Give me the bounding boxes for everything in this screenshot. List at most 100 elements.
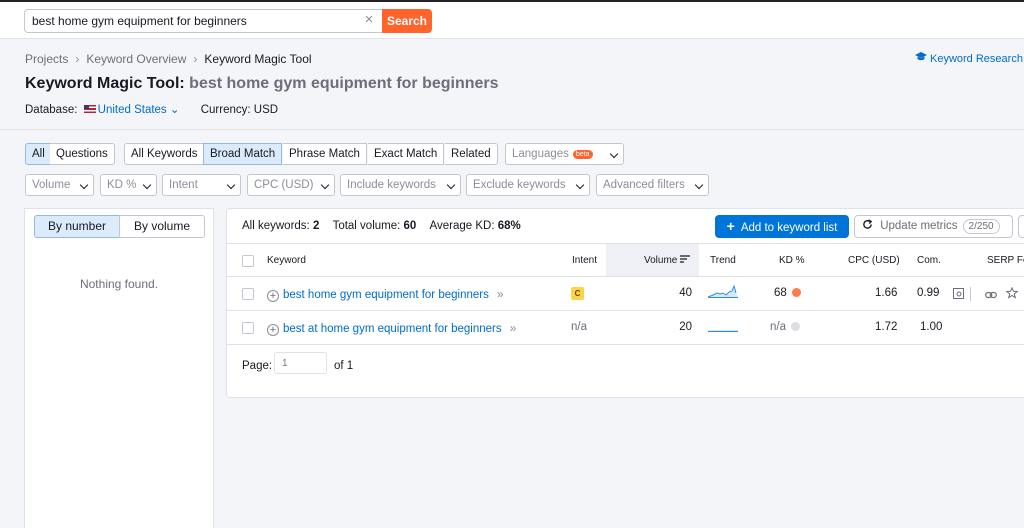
column-intent[interactable]: Intent: [572, 255, 597, 266]
add-circle-icon[interactable]: +: [267, 290, 279, 302]
link-icon: [985, 290, 997, 302]
tab-exact-match[interactable]: Exact Match: [368, 143, 445, 165]
column-com[interactable]: Com.: [917, 255, 941, 266]
double-chevron-right-icon[interactable]: »: [497, 287, 504, 301]
add-circle-icon[interactable]: +: [267, 324, 279, 336]
kd-value: 68: [774, 287, 787, 299]
kd-indicator-icon: [791, 288, 801, 297]
chevron-down-icon: [226, 180, 236, 190]
kd-cell: 68: [774, 287, 801, 299]
serp-page-icon: [953, 288, 964, 302]
page-title-query: best home gym equipment for beginners: [189, 75, 499, 92]
tab-all[interactable]: All: [25, 143, 52, 165]
tab-questions[interactable]: Questions: [50, 143, 115, 165]
more-actions-button[interactable]: [1018, 215, 1024, 238]
column-volume[interactable]: Volume: [644, 255, 691, 266]
kd-filter-label: KD %: [107, 179, 137, 191]
close-icon[interactable]: ×: [362, 12, 376, 27]
column-cpc[interactable]: CPC (USD): [848, 255, 900, 266]
average-kd-value: 68%: [497, 220, 521, 232]
keyword-cell[interactable]: + best at home gym equipment for beginner…: [267, 321, 516, 336]
chevron-down-icon: [142, 180, 152, 190]
volume-filter-label: Volume: [32, 179, 71, 191]
serp-features-cell: [953, 286, 1024, 302]
total-volume-value: 60: [403, 220, 417, 232]
column-kd[interactable]: KD %: [779, 255, 805, 266]
table-row[interactable]: + best home gym equipment for beginners» …: [227, 277, 1024, 311]
include-keywords-filter[interactable]: Include keywords: [340, 174, 461, 196]
tab-all-keywords[interactable]: All Keywords: [124, 143, 205, 165]
intent-cell: C: [571, 287, 584, 300]
refresh-icon: [862, 219, 880, 232]
intent-filter[interactable]: Intent: [162, 174, 241, 196]
advanced-filters[interactable]: Advanced filters: [596, 174, 709, 196]
column-trend[interactable]: Trend: [710, 255, 736, 266]
include-keywords-label: Include keywords: [347, 179, 436, 191]
table-header: Keyword Intent Volume Trend KD % CPC (US…: [227, 243, 1024, 277]
breadcrumb-current: Keyword Magic Tool: [204, 52, 312, 66]
us-flag-icon: [83, 105, 96, 113]
volume-cell: 40: [679, 287, 692, 299]
keyword-table-panel: All keywords: 2 Total volume: 60 Average…: [226, 208, 1024, 398]
keyword-link[interactable]: best home gym equipment for beginners: [283, 289, 489, 301]
page-title-prefix: Keyword Magic Tool:: [25, 75, 185, 92]
breadcrumb-projects[interactable]: Projects: [25, 52, 68, 66]
update-metrics-button[interactable]: Update metrics 2/250: [854, 215, 1013, 238]
com-cell: 1.00: [920, 321, 943, 333]
page-title: Keyword Magic Tool: best home gym equipm…: [25, 75, 499, 93]
page-total: of 1: [334, 360, 354, 372]
breadcrumb-keyword-overview[interactable]: Keyword Overview: [86, 52, 186, 66]
total-volume-label: Total volume:: [332, 220, 401, 232]
row-checkbox[interactable]: [242, 322, 254, 334]
volume-filter[interactable]: Volume: [25, 174, 94, 196]
header-divider: [0, 129, 1024, 130]
column-volume-label: Volume: [644, 255, 678, 266]
by-volume-toggle[interactable]: By volume: [119, 215, 205, 238]
column-keyword[interactable]: Keyword: [267, 255, 306, 266]
keyword-link[interactable]: best at home gym equipment for beginners: [283, 323, 502, 335]
intent-filter-label: Intent: [169, 179, 198, 191]
all-keywords-value: 2: [312, 220, 320, 232]
tab-phrase-match[interactable]: Phrase Match: [283, 143, 367, 165]
table-row[interactable]: + best at home gym equipment for beginner…: [227, 311, 1024, 345]
search-button[interactable]: Search: [382, 9, 432, 33]
plus-icon: +: [726, 218, 735, 234]
page-label: Page:: [242, 360, 273, 372]
intent-badge: C: [571, 287, 584, 300]
chevron-right-icon: ›: [193, 52, 198, 66]
kd-cell: n/a: [770, 321, 800, 333]
database-selector[interactable]: United States ⌄: [83, 104, 180, 116]
database-value: United States: [97, 104, 167, 116]
volume-cell: 20: [679, 321, 692, 333]
all-keywords-label: All keywords:: [242, 220, 310, 232]
trend-sparkline-icon: [708, 318, 738, 337]
tab-broad-match[interactable]: Broad Match: [203, 143, 283, 165]
keyword-research-link[interactable]: Keyword Research: [915, 52, 1023, 65]
column-serp-features[interactable]: SERP Fe: [987, 255, 1024, 266]
page-number-input[interactable]: [274, 352, 327, 374]
row-checkbox[interactable]: [242, 288, 254, 300]
intent-cell: n/a: [571, 321, 587, 333]
search-input[interactable]: [24, 9, 382, 33]
chevron-right-icon: ›: [75, 52, 80, 66]
kd-filter[interactable]: KD %: [100, 174, 157, 196]
cpc-filter[interactable]: CPC (USD): [247, 174, 335, 196]
cpc-cell: 1.66: [875, 287, 898, 299]
chevron-down-icon: ⌄: [169, 104, 180, 116]
top-search-bar: × Search: [0, 0, 1024, 39]
by-number-toggle[interactable]: By number: [34, 215, 120, 238]
keyword-cell[interactable]: + best home gym equipment for beginners »: [267, 287, 504, 302]
tab-related[interactable]: Related: [445, 143, 498, 165]
select-all-checkbox[interactable]: [242, 255, 254, 267]
keyword-groups-panel: By number By volume Nothing found.: [24, 208, 214, 528]
exclude-keywords-filter[interactable]: Exclude keywords: [466, 174, 590, 196]
star-icon: [1005, 286, 1019, 302]
update-metrics-label: Update metrics: [880, 220, 958, 232]
currency-label: Currency: USD: [200, 104, 279, 116]
double-chevron-right-icon[interactable]: »: [510, 321, 517, 335]
page-header: Projects › Keyword Overview › Keyword Magic …: [0, 39, 1024, 129]
database-line: Database: United States ⌄ Currency: USD: [25, 102, 278, 116]
languages-dropdown[interactable]: Languages beta: [505, 143, 624, 165]
breadcrumb: Projects › Keyword Overview › Keyword Magic …: [25, 52, 312, 66]
add-to-keyword-list-button[interactable]: + Add to keyword list: [715, 215, 849, 238]
